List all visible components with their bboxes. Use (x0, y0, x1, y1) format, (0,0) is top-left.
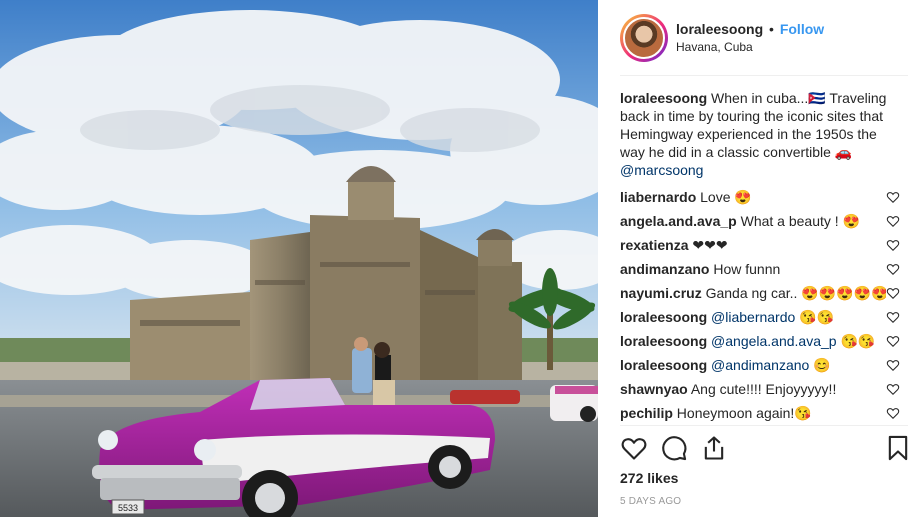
comment-like-heart-icon[interactable] (886, 214, 900, 228)
comment-item: loraleesoong @andimanzano 😊 (620, 353, 908, 377)
comment-item: rexatienza ❤❤❤ (620, 233, 908, 257)
comment-like-heart-icon[interactable] (886, 334, 900, 348)
comment-like-heart-icon[interactable] (886, 310, 900, 324)
comment-mention[interactable]: @andimanzano (711, 357, 809, 373)
comment-item: andimanzano How funnn (620, 257, 908, 281)
comment-text: 😘😘 (799, 309, 835, 325)
header-username[interactable]: loraleesoong (676, 21, 763, 37)
comment-mention[interactable]: @liabernardo (711, 309, 795, 325)
comment-username[interactable]: loraleesoong (620, 309, 707, 325)
comment-item: nayumi.cruz Ganda ng car.. 😍😍😍😍😍 (620, 281, 908, 305)
post-photo-illustration: 5533 (0, 0, 598, 517)
post-actions (620, 434, 912, 464)
comment-text: Honeymoon again!😘 (676, 405, 812, 421)
comment-like-heart-icon[interactable] (886, 238, 900, 252)
comment-text: 😘😘 (840, 333, 876, 349)
comment-username[interactable]: loraleesoong (620, 357, 707, 373)
license-plate-text: 5533 (118, 503, 138, 513)
likes-count[interactable]: 272 likes (620, 470, 678, 486)
caption-username[interactable]: loraleesoong (620, 90, 707, 106)
share-icon[interactable] (700, 434, 728, 462)
follow-button[interactable]: Follow (780, 21, 824, 37)
comment-text: 😊 (813, 357, 831, 373)
comment-text: Love 😍 (700, 189, 752, 205)
post-photo[interactable]: 5533 (0, 0, 598, 517)
comment-username[interactable]: rexatienza (620, 237, 688, 253)
comment-like-heart-icon[interactable] (886, 406, 900, 420)
comment-item: angela.and.ava_p What a beauty ! 😍 (620, 209, 908, 233)
comment-text: Ang cute!!!! Enjoyyyyy!! (690, 381, 837, 397)
avatar[interactable] (620, 14, 668, 62)
comment-username[interactable]: angela.and.ava_p (620, 213, 737, 229)
comment-username[interactable]: andimanzano (620, 261, 709, 277)
comment-item: loraleesoong @liabernardo 😘😘 (620, 305, 908, 329)
comment-like-heart-icon[interactable] (886, 286, 900, 300)
comment-like-heart-icon[interactable] (886, 358, 900, 372)
post-header: loraleesoong • Follow Havana, Cuba (620, 14, 908, 62)
comment-username[interactable]: shawnyao (620, 381, 688, 397)
comment-username[interactable]: liabernardo (620, 189, 696, 205)
header-divider (620, 75, 908, 76)
comment-text: How funnn (713, 261, 781, 277)
comment-item: loraleesoong @angela.and.ava_p 😘😘 (620, 329, 908, 353)
caption: loraleesoong When in cuba...🇨🇺 Traveling… (620, 89, 890, 179)
comment-like-heart-icon[interactable] (886, 190, 900, 204)
avatar-image (623, 17, 665, 59)
post-sidebar: loraleesoong • Follow Havana, Cuba loral… (598, 0, 915, 517)
bookmark-icon[interactable] (884, 434, 912, 462)
comment-item: shawnyao Ang cute!!!! Enjoyyyyy!! (620, 377, 908, 401)
comment-text: Ganda ng car.. 😍😍😍😍😍 (705, 285, 886, 301)
location-link[interactable]: Havana, Cuba (676, 39, 824, 56)
comment-like-heart-icon[interactable] (886, 382, 900, 396)
comment-text: What a beauty ! 😍 (740, 213, 860, 229)
comment-icon[interactable] (660, 434, 688, 462)
caption-mention[interactable]: @marcsoong (620, 162, 703, 178)
comment-like-heart-icon[interactable] (886, 262, 900, 276)
post-date[interactable]: 5 DAYS AGO (620, 496, 681, 507)
comment-username[interactable]: nayumi.cruz (620, 285, 702, 301)
header-text: loraleesoong • Follow Havana, Cuba (676, 21, 824, 56)
header-separator: • (769, 20, 774, 37)
comment-text: ❤❤❤ (692, 237, 728, 253)
comment-mention[interactable]: @angela.and.ava_p (711, 333, 837, 349)
actions-divider (620, 425, 908, 426)
comment-username[interactable]: loraleesoong (620, 333, 707, 349)
comment-item: pechilip Honeymoon again!😘 (620, 401, 908, 425)
heart-icon[interactable] (620, 434, 648, 462)
comment-username[interactable]: pechilip (620, 405, 673, 421)
comment-item: liabernardo Love 😍 (620, 185, 908, 209)
comments-list: loraleesoong When in cuba...🇨🇺 Traveling… (620, 89, 908, 425)
